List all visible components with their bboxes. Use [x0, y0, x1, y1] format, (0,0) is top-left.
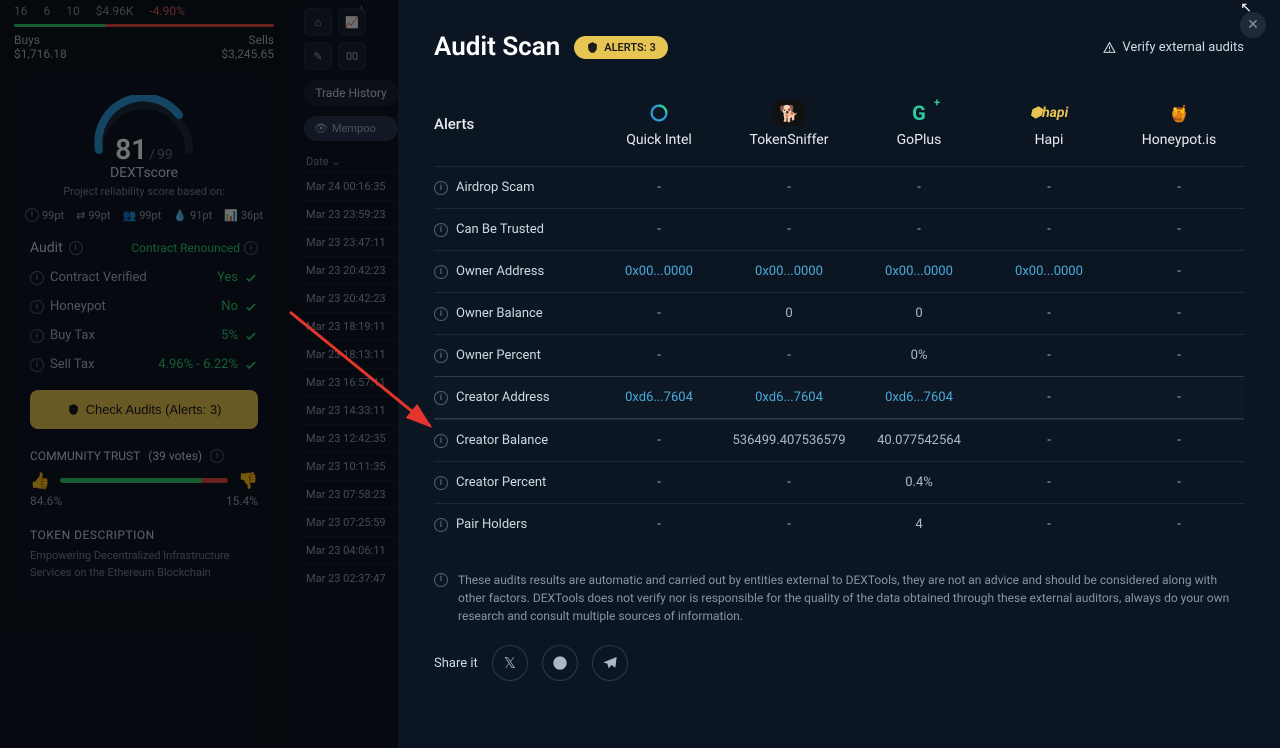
audit-cell: -: [594, 180, 724, 195]
audit-cell: -: [984, 222, 1114, 237]
audit-cell: -: [724, 348, 854, 363]
audit-table-row: iOwner Balance-00--: [434, 292, 1244, 334]
tokensniffer-icon: 🐕: [773, 100, 805, 126]
share-reddit-button[interactable]: [542, 645, 578, 681]
audit-scan-modal: ✕ ↖ Audit Scan ALERTS: 3 Verify external…: [398, 0, 1280, 748]
shield-icon: [586, 41, 599, 54]
verify-external-audits-link[interactable]: Verify external audits: [1103, 40, 1244, 55]
auditor-honeypot: 🍯 Honeypot.is: [1114, 100, 1244, 148]
audit-cell: -: [1114, 264, 1244, 279]
audit-cell: -: [984, 517, 1114, 532]
audit-cell: -: [984, 475, 1114, 490]
audit-cell: -: [594, 433, 724, 448]
info-icon[interactable]: i: [434, 518, 448, 532]
audit-cell: -: [854, 180, 984, 195]
audit-cell[interactable]: 0x00...0000: [724, 264, 854, 279]
audit-cell: 0%: [854, 348, 984, 363]
audit-table-row: iPair Holders--4--: [434, 503, 1244, 545]
audit-cell: -: [724, 475, 854, 490]
hapi-icon: ⬢hapi: [1036, 100, 1062, 126]
info-icon[interactable]: i: [434, 265, 448, 279]
audit-cell: 0: [724, 306, 854, 321]
audit-cell: -: [984, 306, 1114, 321]
audit-table-row: iOwner Address0x00...00000x00...00000x00…: [434, 250, 1244, 292]
audit-cell[interactable]: 0xd6...7604: [854, 390, 984, 405]
audit-cell: -: [594, 306, 724, 321]
audit-cell[interactable]: 0xd6...7604: [594, 390, 724, 405]
auditor-hapi: ⬢hapi Hapi: [984, 100, 1114, 148]
honeypot-icon: 🍯: [1166, 100, 1192, 126]
alerts-column-label: Alerts: [434, 115, 594, 133]
audit-cell[interactable]: 0xd6...7604: [724, 390, 854, 405]
audit-cell: -: [594, 348, 724, 363]
audit-cell: -: [1114, 306, 1244, 321]
info-icon[interactable]: i: [434, 223, 448, 237]
share-twitter-button[interactable]: 𝕏: [492, 645, 528, 681]
share-row: Share it 𝕏: [434, 645, 1244, 681]
audit-table-row: iOwner Percent--0%--: [434, 334, 1244, 376]
audit-cell: -: [724, 180, 854, 195]
audit-cell: 40.077542564: [854, 433, 984, 448]
audit-cell: -: [854, 222, 984, 237]
audit-cell: -: [594, 517, 724, 532]
audit-cell: -: [984, 180, 1114, 195]
audit-table-row: iAirdrop Scam-----: [434, 166, 1244, 208]
audit-cell: -: [724, 517, 854, 532]
info-icon[interactable]: i: [434, 181, 448, 195]
info-icon[interactable]: i: [434, 349, 448, 363]
audit-cell: -: [1114, 475, 1244, 490]
auditor-quick-intel: Quick Intel: [594, 100, 724, 148]
audit-table: iAirdrop Scam-----iCan Be Trusted-----iO…: [434, 166, 1244, 545]
audit-cell: -: [1114, 517, 1244, 532]
audit-cell[interactable]: 0x00...0000: [594, 264, 724, 279]
modal-title: Audit Scan: [434, 32, 560, 62]
share-telegram-button[interactable]: [592, 645, 628, 681]
audit-cell: 0: [854, 306, 984, 321]
audit-cell: -: [1114, 180, 1244, 195]
share-label: Share it: [434, 656, 478, 671]
goplus-icon: G+: [906, 100, 932, 126]
info-icon[interactable]: i: [434, 476, 448, 490]
audit-table-row: iCan Be Trusted-----: [434, 208, 1244, 250]
audit-table-row: iCreator Balance-536499.40753657940.0775…: [434, 419, 1244, 461]
audit-cell[interactable]: 0x00...0000: [984, 264, 1114, 279]
cursor-icon: ↖: [1240, 0, 1252, 16]
auditor-header-row: Alerts Quick Intel 🐕 TokenSniffer G+ GoP…: [434, 100, 1244, 162]
info-icon[interactable]: i: [434, 307, 448, 321]
audit-cell: 0.4%: [854, 475, 984, 490]
audit-cell: -: [724, 222, 854, 237]
audit-cell: -: [984, 433, 1114, 448]
audit-cell: -: [1114, 222, 1244, 237]
disclaimer: i These audits results are automatic and…: [434, 571, 1244, 625]
info-icon[interactable]: i: [434, 434, 448, 448]
audit-cell: -: [984, 348, 1114, 363]
info-icon: i: [434, 573, 448, 587]
audit-cell: 536499.407536579: [724, 433, 854, 448]
quick-intel-icon: [646, 100, 672, 126]
audit-cell: -: [1114, 433, 1244, 448]
warning-icon: [1103, 41, 1116, 54]
audit-cell: -: [1114, 348, 1244, 363]
audit-table-row: iCreator Address0xd6...76040xd6...76040x…: [434, 376, 1244, 419]
audit-cell: -: [594, 475, 724, 490]
alerts-pill: ALERTS: 3: [574, 36, 668, 59]
audit-table-row: iCreator Percent--0.4%--: [434, 461, 1244, 503]
audit-cell: 4: [854, 517, 984, 532]
auditor-goplus: G+ GoPlus: [854, 100, 984, 148]
audit-cell: -: [1114, 390, 1244, 405]
audit-cell: -: [984, 390, 1114, 405]
audit-cell[interactable]: 0x00...0000: [854, 264, 984, 279]
info-icon[interactable]: i: [434, 391, 448, 405]
auditor-tokensniffer: 🐕 TokenSniffer: [724, 100, 854, 148]
audit-cell: -: [594, 222, 724, 237]
